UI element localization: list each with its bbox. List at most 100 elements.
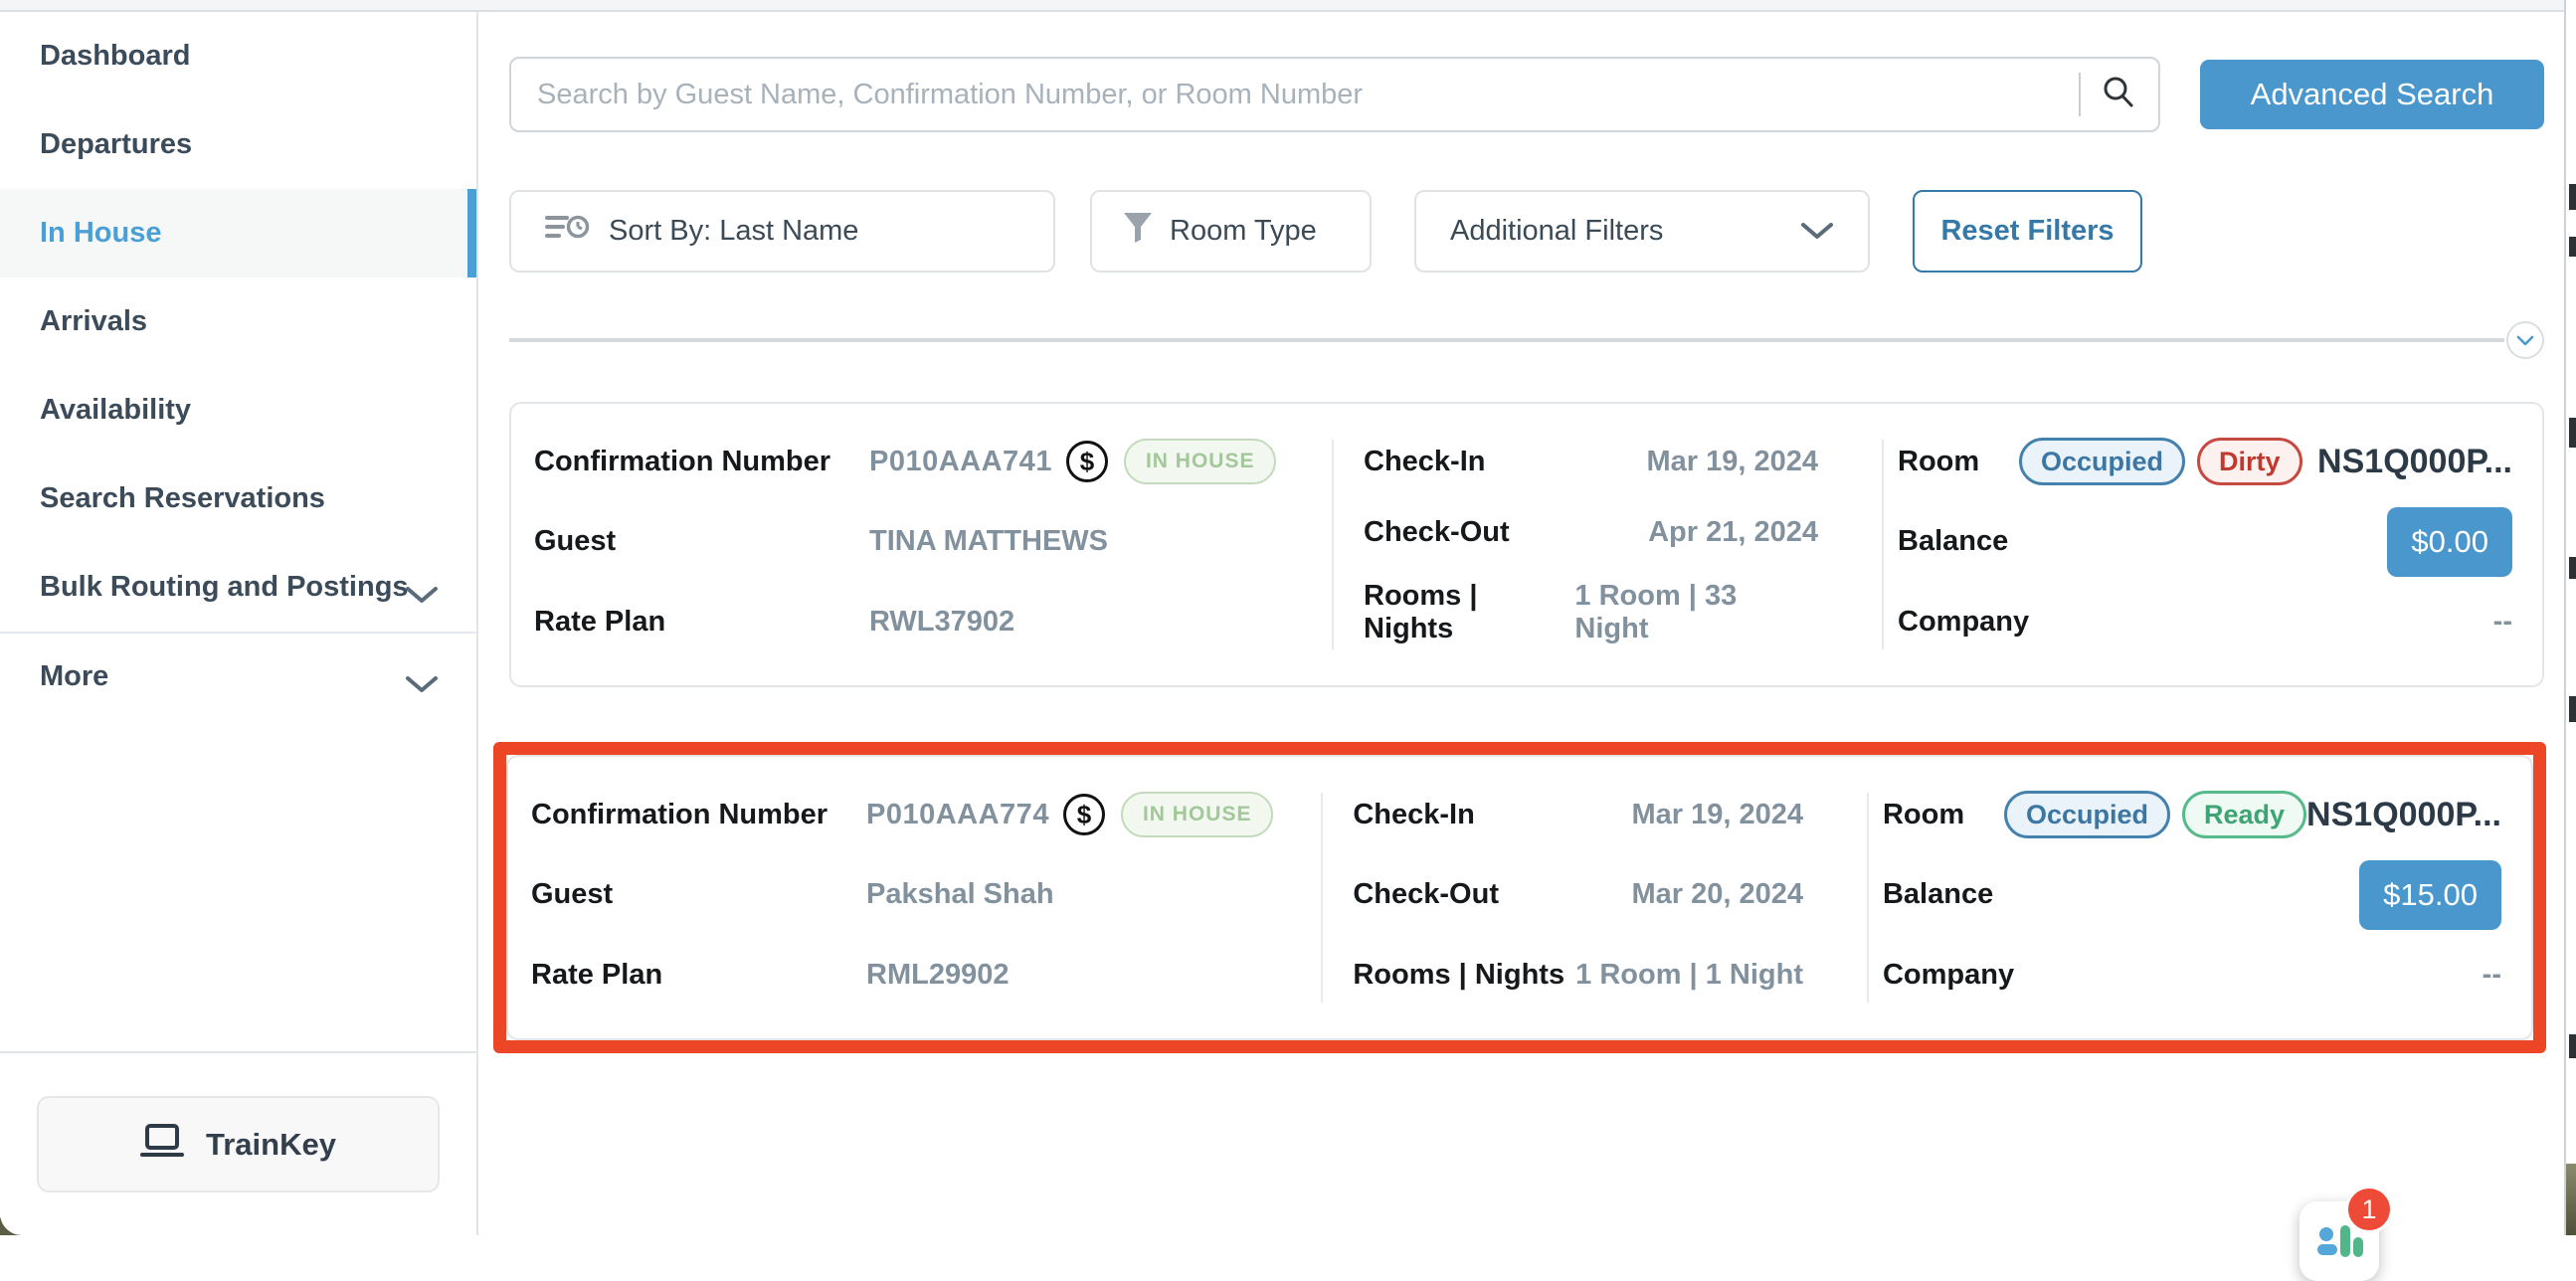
rooms-nights-value: 1 Room | 33 Night [1574, 580, 1818, 645]
top-edge-strip [0, 0, 2576, 12]
rate-plan-value: RML29902 [866, 959, 1009, 992]
confirmation-number-value: P010AAA774 [866, 799, 1049, 831]
funnel-icon [1122, 211, 1154, 253]
strip-fragment [2569, 557, 2576, 579]
card-guest-column: Confirmation Number P010AAA741 $ IN HOUS… [511, 404, 1332, 685]
reservation-card-highlighted[interactable]: Confirmation Number P010AAA774 $ IN HOUS… [506, 755, 2533, 1040]
in-house-status-badge: IN HOUSE [1121, 792, 1274, 837]
strip-fragment [2569, 696, 2576, 722]
chat-widget-button[interactable]: 1 [2300, 1201, 2379, 1281]
card-dates-column: Check-In Mar 19, 2024 Check-Out Apr 21, … [1334, 404, 1882, 685]
right-edge-strip [2564, 0, 2576, 1235]
strip-fragment [2569, 184, 2576, 210]
sort-by-label: Sort By: Last Name [609, 215, 858, 248]
confirmation-number-value: P010AAA741 [869, 446, 1052, 478]
search-row: Advanced Search [509, 57, 2544, 132]
company-value: -- [2483, 959, 2501, 992]
folio-dollar-icon[interactable]: $ [1063, 794, 1105, 835]
advanced-search-button[interactable]: Advanced Search [2200, 60, 2544, 129]
reset-filters-button[interactable]: Reset Filters [1913, 190, 2142, 273]
guest-label: Guest [534, 525, 869, 558]
card-room-column: Room Occupied Ready NS1Q000P... Balance … [1869, 757, 2531, 1038]
in-house-status-badge: IN HOUSE [1124, 439, 1277, 484]
strip-fragment [2569, 418, 2576, 448]
search-box [509, 57, 2160, 132]
sidebar-item-label: Departures [40, 128, 192, 161]
sidebar-item-dashboard[interactable]: Dashboard [0, 12, 476, 100]
sidebar-item-in-house[interactable]: In House [0, 189, 476, 277]
sidebar-item-label: Search Reservations [40, 482, 325, 515]
desktop-background-sliver [2566, 1164, 2576, 1235]
rooms-nights-label: Rooms | Nights [1364, 580, 1574, 645]
balance-amount-chip[interactable]: $15.00 [2359, 860, 2501, 930]
rate-plan-label: Rate Plan [534, 606, 869, 639]
sidebar-item-label: Arrivals [40, 305, 147, 338]
reset-filters-label: Reset Filters [1940, 215, 2114, 248]
chevron-down-icon [405, 668, 439, 701]
room-type-button[interactable]: Room Type [1090, 190, 1372, 273]
search-icon[interactable] [2101, 75, 2136, 115]
additional-filters-label: Additional Filters [1450, 215, 1663, 248]
sidebar-item-label: In House [40, 217, 161, 250]
room-number-value: NS1Q000P... [2317, 443, 2512, 481]
check-out-value: Mar 20, 2024 [1631, 878, 1803, 911]
rate-plan-value: RWL37902 [869, 606, 1014, 639]
sidebar-item-departures[interactable]: Departures [0, 100, 476, 189]
room-label: Room [1883, 799, 1990, 831]
rate-plan-label: Rate Plan [531, 959, 866, 992]
laptop-icon [140, 1124, 184, 1166]
card-room-column: Room Occupied Dirty NS1Q000P... Balance … [1884, 404, 2542, 685]
reservation-card[interactable]: Confirmation Number P010AAA741 $ IN HOUS… [509, 402, 2544, 687]
search-input[interactable] [537, 79, 2059, 111]
guest-name-value: TINA MATTHEWS [869, 525, 1108, 558]
confirmation-number-label: Confirmation Number [531, 799, 866, 831]
room-occupied-badge: Occupied [2019, 438, 2185, 485]
check-out-value: Apr 21, 2024 [1648, 516, 1818, 549]
trainkey-label: TrainKey [206, 1127, 336, 1163]
room-occupied-badge: Occupied [2004, 791, 2170, 838]
room-number-value: NS1Q000P... [2306, 796, 2501, 834]
rooms-nights-label: Rooms | Nights [1353, 959, 1564, 992]
folio-dollar-icon[interactable]: $ [1066, 441, 1108, 482]
check-in-value: Mar 19, 2024 [1646, 446, 1818, 478]
confirmation-number-label: Confirmation Number [534, 446, 869, 478]
balance-label: Balance [1883, 878, 1993, 911]
company-label: Company [1898, 606, 2029, 639]
sidebar: Dashboard Departures In House Arrivals A… [0, 12, 478, 1235]
window-rounded-corner [0, 1195, 90, 1235]
section-divider [509, 338, 2544, 342]
highlight-outline: Confirmation Number P010AAA774 $ IN HOUS… [493, 742, 2546, 1053]
chevron-down-icon [1800, 215, 1834, 248]
sidebar-item-arrivals[interactable]: Arrivals [0, 277, 476, 366]
room-ready-badge: Ready [2182, 791, 2306, 838]
check-in-value: Mar 19, 2024 [1631, 799, 1803, 831]
sort-by-time-icon [545, 211, 591, 253]
sidebar-item-search-reservations[interactable]: Search Reservations [0, 455, 476, 543]
check-out-label: Check-Out [1353, 878, 1499, 911]
strip-fragment [2569, 237, 2576, 257]
sort-by-button[interactable]: Sort By: Last Name [509, 190, 1055, 273]
sidebar-item-more[interactable]: More [0, 632, 476, 720]
additional-filters-button[interactable]: Additional Filters [1414, 190, 1870, 273]
balance-label: Balance [1898, 525, 2008, 558]
search-separator [2079, 73, 2081, 116]
guest-label: Guest [531, 878, 866, 911]
guest-name-value: Pakshal Shah [866, 878, 1054, 911]
sidebar-item-bulk-routing-postings[interactable]: Bulk Routing and Postings [0, 543, 476, 632]
room-label: Room [1898, 446, 2005, 478]
check-out-label: Check-Out [1364, 516, 1510, 549]
sidebar-item-availability[interactable]: Availability [0, 366, 476, 455]
strip-fragment [2569, 1034, 2576, 1058]
room-type-label: Room Type [1170, 215, 1317, 248]
chevron-down-icon [405, 579, 439, 612]
notification-badge: 1 [2345, 1186, 2393, 1233]
trainkey-button[interactable]: TrainKey [37, 1096, 440, 1192]
sidebar-item-label: Availability [40, 394, 191, 427]
company-value: -- [2493, 606, 2512, 639]
room-dirty-badge: Dirty [2197, 438, 2302, 485]
collapse-toggle[interactable] [2506, 321, 2544, 359]
divider-line [509, 338, 2504, 342]
chevron-down-icon [2516, 335, 2534, 346]
company-label: Company [1883, 959, 2014, 992]
balance-amount-chip[interactable]: $0.00 [2387, 507, 2512, 577]
